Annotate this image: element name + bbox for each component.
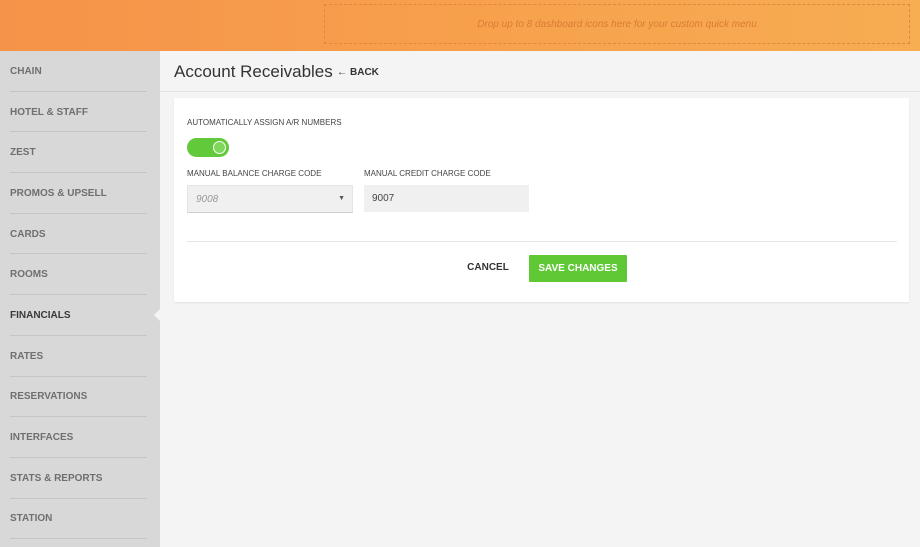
credit-code-label: MANUAL CREDIT CHARGE CODE xyxy=(364,169,491,178)
page-title: Account Receivables xyxy=(174,62,333,81)
toggle-knob xyxy=(213,141,226,154)
auto-assign-toggle[interactable] xyxy=(187,138,229,157)
auto-assign-label: AUTOMATICALLY ASSIGN A/R NUMBERS xyxy=(187,118,342,127)
main-content: Account Receivables ← BACK AUTOMATICALLY … xyxy=(160,51,920,547)
sidebar-item-chain[interactable]: CHAIN xyxy=(0,51,160,92)
sidebar-item-station[interactable]: STATION xyxy=(0,499,160,540)
cancel-button[interactable]: CANCEL xyxy=(458,254,518,281)
sidebar-item-rooms[interactable]: ROOMS xyxy=(0,254,160,295)
sidebar-item-stats-reports[interactable]: STATS & REPORTS xyxy=(0,458,160,499)
settings-card: AUTOMATICALLY ASSIGN A/R NUMBERS MANUAL … xyxy=(174,98,909,302)
sidebar-item-promos-upsell[interactable]: PROMOS & UPSELL xyxy=(0,173,160,214)
back-button[interactable]: ← BACK xyxy=(337,67,379,78)
sidebar-item-label: ROOMS xyxy=(10,269,48,281)
sidebar-item-cards[interactable]: CARDS xyxy=(0,214,160,255)
chevron-down-icon: ▼ xyxy=(338,195,345,202)
divider xyxy=(187,241,897,242)
sidebar-item-zest[interactable]: ZEST xyxy=(0,132,160,173)
top-bar: Drop up to 8 dashboard icons here for yo… xyxy=(0,0,920,51)
sidebar-item-label: STATS & REPORTS xyxy=(10,472,103,484)
sidebar-item-label: FINANCIALS xyxy=(10,309,71,321)
balance-code-label: MANUAL BALANCE CHARGE CODE xyxy=(187,169,322,178)
quick-menu-dropzone[interactable]: Drop up to 8 dashboard icons here for yo… xyxy=(324,4,910,44)
sidebar-item-label: ZEST xyxy=(10,147,36,159)
back-label: BACK xyxy=(350,67,379,78)
sidebar-item-financials[interactable]: FINANCIALS xyxy=(0,295,161,336)
page-header: Account Receivables ← BACK xyxy=(160,51,920,92)
sidebar-item-rates[interactable]: RATES xyxy=(0,336,160,377)
sidebar-item-interfaces[interactable]: INTERFACES xyxy=(0,417,160,458)
sidebar-item-label: PROMOS & UPSELL xyxy=(10,187,107,199)
save-changes-button[interactable]: SAVE CHANGES xyxy=(529,255,627,282)
back-arrow-icon: ← xyxy=(337,67,347,78)
sidebar-item-label: RESERVATIONS xyxy=(10,391,88,403)
sidebar: CHAIN HOTEL & STAFF ZEST PROMOS & UPSELL… xyxy=(0,51,161,547)
sidebar-item-label: RATES xyxy=(10,350,44,362)
balance-code-value: 9008 xyxy=(196,193,219,205)
balance-code-select[interactable]: 9008 ▼ xyxy=(187,185,353,213)
sidebar-item-label: CARDS xyxy=(10,228,46,240)
sidebar-item-label: HOTEL & STAFF xyxy=(10,106,88,118)
sidebar-item-hotel-staff[interactable]: HOTEL & STAFF xyxy=(0,92,160,133)
sidebar-item-label: INTERFACES xyxy=(10,432,74,444)
sidebar-item-reservations[interactable]: RESERVATIONS xyxy=(0,377,160,418)
sidebar-item-label: STATION xyxy=(10,513,53,525)
sidebar-item-label: CHAIN xyxy=(10,65,42,77)
credit-code-input[interactable] xyxy=(364,185,529,212)
